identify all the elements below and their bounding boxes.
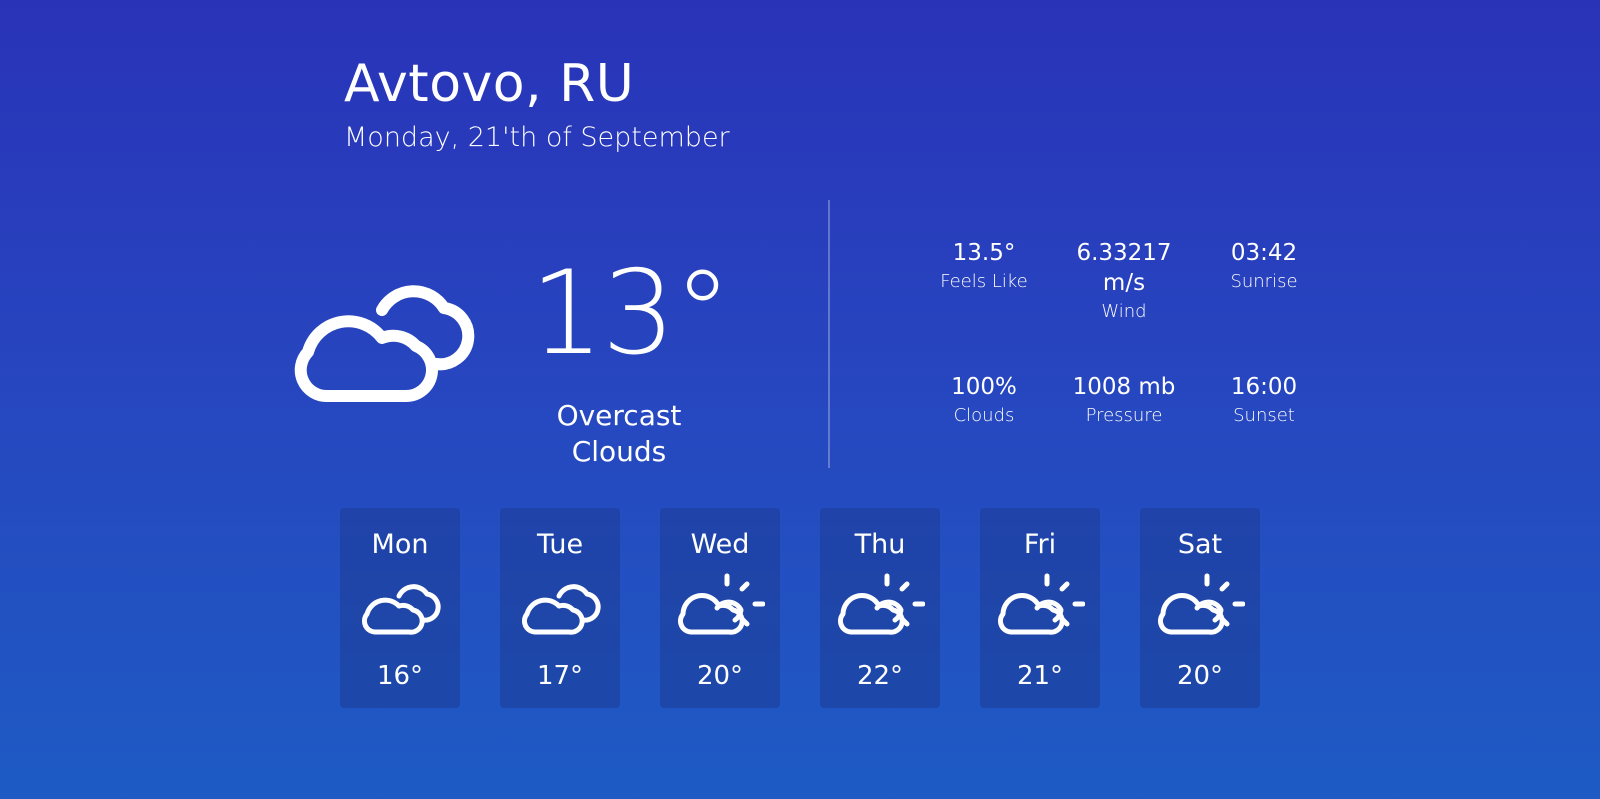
current-temperature: 13° xyxy=(530,246,732,381)
stat-clouds: 100% Clouds xyxy=(914,372,1054,428)
partly-cloudy-icon xyxy=(677,573,765,635)
stat-feels-like: 13.5° Feels Like xyxy=(914,238,1054,294)
stat-label: Sunrise xyxy=(1230,271,1298,292)
stat-value: 13.5° xyxy=(952,240,1016,266)
forecast-temp: 17° xyxy=(536,661,584,691)
partly-cloudy-icon xyxy=(997,573,1085,635)
stat-sunrise: 03:42 Sunrise xyxy=(1194,238,1334,294)
stat-value: 03:42 xyxy=(1230,240,1298,266)
forecast-day-wed[interactable]: Wed 20° xyxy=(660,508,780,708)
forecast-day-name: Mon xyxy=(371,529,429,560)
forecast-day-name: Fri xyxy=(1023,529,1057,560)
forecast-temp: 20° xyxy=(696,661,744,691)
stat-pressure: 1008 mb Pressure xyxy=(1054,372,1194,428)
current-condition: Overcast Clouds xyxy=(556,399,682,468)
stat-label: Feels Like xyxy=(940,271,1028,292)
section-divider xyxy=(828,200,830,468)
stat-label: Wind xyxy=(1101,301,1147,322)
forecast-temp: 20° xyxy=(1176,661,1224,691)
stat-label: Sunset xyxy=(1233,405,1295,426)
current-weather: 13° Overcast Clouds xyxy=(286,246,756,468)
overcast-clouds-icon xyxy=(294,285,475,402)
city-name: Avtovo, RU xyxy=(344,54,635,114)
forecast-day-name: Thu xyxy=(854,529,906,560)
weather-stats: 13.5° Feels Like 6.33217 m/s Wind 03:42 … xyxy=(914,238,1354,438)
stat-label: Clouds xyxy=(953,405,1015,426)
forecast-day-fri[interactable]: Fri 21° xyxy=(980,508,1100,708)
partly-cloudy-icon xyxy=(837,573,925,635)
forecast-day-mon[interactable]: Mon 16° xyxy=(340,508,460,708)
clouds-icon xyxy=(361,584,441,635)
forecast-day-tue[interactable]: Tue 17° xyxy=(500,508,620,708)
stat-value: 6.33217 m/s xyxy=(1076,240,1172,296)
stat-value: 1008 mb xyxy=(1072,374,1176,400)
forecast-temp: 16° xyxy=(376,661,424,691)
clouds-icon xyxy=(521,584,601,635)
current-date: Monday, 21'th of September xyxy=(344,122,730,153)
forecast-day-name: Tue xyxy=(536,529,584,560)
forecast-day-name: Wed xyxy=(690,529,750,560)
partly-cloudy-icon xyxy=(1157,573,1245,635)
stat-sunset: 16:00 Sunset xyxy=(1194,372,1334,428)
forecast-temp: 21° xyxy=(1016,661,1064,691)
forecast-day-sat[interactable]: Sat 20° xyxy=(1140,508,1260,708)
stat-wind: 6.33217 m/s Wind xyxy=(1054,238,1194,324)
forecast-day-thu[interactable]: Thu 22° xyxy=(820,508,940,708)
stat-value: 100% xyxy=(951,374,1017,400)
stat-label: Pressure xyxy=(1085,405,1163,426)
stat-value: 16:00 xyxy=(1230,374,1298,400)
forecast-day-name: Sat xyxy=(1177,529,1223,560)
forecast-temp: 22° xyxy=(856,661,904,691)
location-header: Avtovo, RU Monday, 21'th of September xyxy=(344,52,730,156)
